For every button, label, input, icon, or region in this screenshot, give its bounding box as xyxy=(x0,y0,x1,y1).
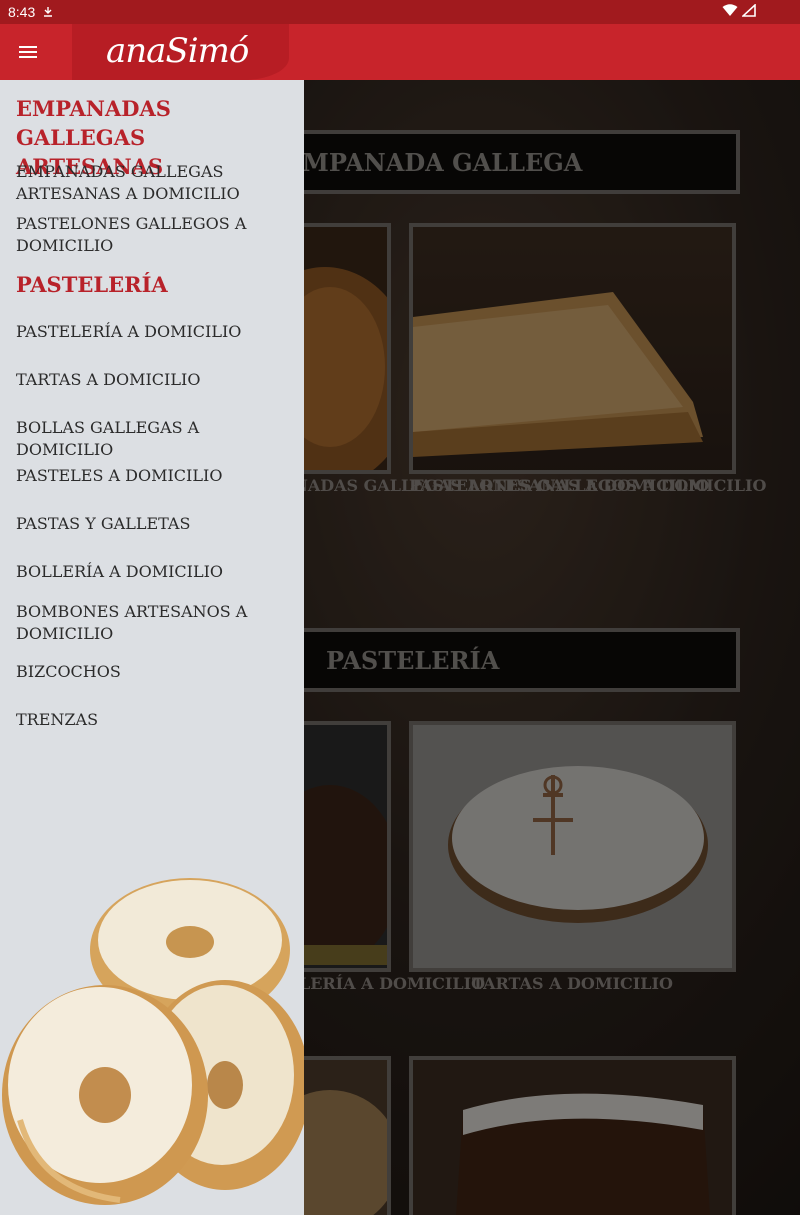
logo[interactable]: anaSimó xyxy=(72,24,289,80)
logo-text: anaSimó xyxy=(106,31,249,71)
drawer-item[interactable]: TARTAS A DOMICILIO xyxy=(16,369,296,391)
drawer-item[interactable]: PASTELONES GALLEGOS A DOMICILIO xyxy=(16,213,296,257)
drawer-item[interactable]: BIZCOCHOS xyxy=(16,661,296,683)
status-bar: 8:43 xyxy=(0,0,800,24)
drawer-item[interactable]: PASTELERÍA A DOMICILIO xyxy=(16,321,296,343)
navigation-drawer: EMPANADAS GALLEGAS ARTESANAS EMPANADAS G… xyxy=(0,80,304,1215)
drawer-item[interactable]: BOMBONES ARTESANOS A DOMICILIO xyxy=(16,601,296,645)
drawer-item[interactable]: PASTELES A DOMICILIO xyxy=(16,465,296,487)
wifi-icon xyxy=(722,4,738,16)
download-icon xyxy=(44,7,53,17)
app-bar: anaSimó xyxy=(0,24,800,80)
drawer-category-pasteleria[interactable]: PASTELERÍA xyxy=(16,270,168,299)
status-time: 8:43 xyxy=(8,4,36,20)
rosquillas-image xyxy=(2,878,304,1205)
hamburger-icon xyxy=(19,46,37,58)
signal-icon xyxy=(742,4,756,17)
drawer-item[interactable]: BOLLERÍA A DOMICILIO xyxy=(16,561,296,583)
drawer-item[interactable]: PASTAS Y GALLETAS xyxy=(16,513,296,535)
drawer-item[interactable]: BOLLAS GALLEGAS A DOMICILIO xyxy=(16,417,296,461)
drawer-item[interactable]: TRENZAS xyxy=(16,709,296,731)
drawer-item[interactable]: EMPANADAS GALLEGAS ARTESANAS A DOMICILIO xyxy=(16,161,296,205)
menu-button[interactable] xyxy=(8,32,48,72)
